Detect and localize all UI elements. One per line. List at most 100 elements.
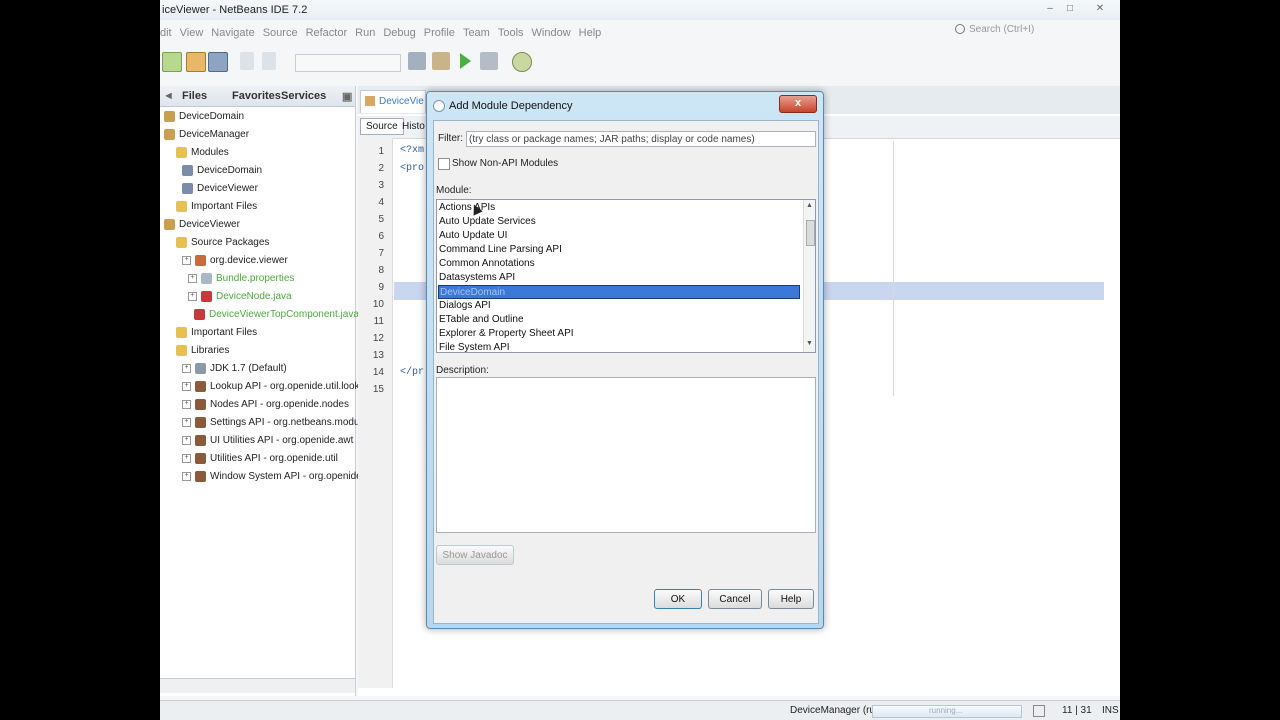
expand-icon[interactable]: + bbox=[182, 435, 191, 445]
tree-node[interactable]: Libraries bbox=[176, 342, 229, 360]
editor-tab[interactable]: DeviceVie bbox=[360, 90, 426, 113]
cancel-button[interactable]: Cancel bbox=[708, 589, 762, 609]
tab-favorites[interactable]: Favorites bbox=[232, 90, 281, 102]
module-list-item[interactable]: Explorer & Property Sheet API bbox=[438, 327, 801, 341]
tab-source[interactable]: Source bbox=[360, 118, 404, 135]
tree-node[interactable]: Important Files bbox=[176, 324, 257, 342]
menu-item[interactable]: Run bbox=[355, 27, 375, 39]
tree-node[interactable]: DeviceViewer bbox=[182, 180, 258, 198]
expand-icon[interactable]: + bbox=[182, 453, 191, 463]
close-icon[interactable]: ✕ bbox=[1092, 3, 1108, 15]
clean-build-icon[interactable] bbox=[432, 52, 450, 70]
profile-icon[interactable] bbox=[512, 52, 532, 72]
running-task[interactable]: DeviceManager (run) bbox=[790, 705, 884, 716]
project-icon bbox=[164, 128, 175, 140]
tree-node[interactable]: + org.device.viewer bbox=[182, 252, 288, 270]
expand-icon[interactable]: + bbox=[182, 417, 191, 427]
menu-item[interactable]: Debug bbox=[383, 27, 415, 39]
tree-node[interactable]: + Nodes API - org.openide.nodes bbox=[182, 396, 349, 414]
configuration-select[interactable] bbox=[295, 54, 401, 72]
code-line[interactable]: <?xm bbox=[400, 145, 424, 156]
tree-node[interactable]: DeviceDomain bbox=[182, 162, 262, 180]
scroll-down-icon[interactable]: ▼ bbox=[806, 340, 813, 347]
module-list-item[interactable]: Auto Update UI bbox=[438, 229, 801, 243]
code-line[interactable]: <pro bbox=[400, 163, 424, 174]
tree-node[interactable]: DeviceManager bbox=[164, 126, 249, 144]
tree-node[interactable]: DeviceViewer bbox=[164, 216, 240, 234]
tree-node[interactable]: + Utilities API - org.openide.util bbox=[182, 450, 338, 468]
tree-node[interactable]: + DeviceNode.java bbox=[188, 288, 292, 306]
notifications-icon[interactable] bbox=[1033, 705, 1045, 717]
module-list-item[interactable]: ETable and Outline bbox=[438, 313, 801, 327]
horizontal-scrollbar[interactable] bbox=[160, 678, 355, 693]
expand-icon[interactable]: + bbox=[182, 381, 191, 391]
debug-icon[interactable] bbox=[480, 52, 498, 70]
module-list-item[interactable]: Auto Update Services bbox=[438, 215, 801, 229]
menu-item[interactable]: View bbox=[180, 27, 204, 39]
menu-item[interactable]: Profile bbox=[424, 27, 455, 39]
tab-services[interactable]: Services bbox=[281, 90, 326, 102]
module-list-scrollbar[interactable]: ▲ ▼ bbox=[803, 200, 815, 352]
tree-node[interactable]: + UI Utilities API - org.openide.awt bbox=[182, 432, 353, 450]
module-list-item[interactable]: Command Line Parsing API bbox=[438, 243, 801, 257]
xml-file-icon bbox=[365, 96, 375, 106]
module-list-item[interactable]: DeviceDomain bbox=[438, 285, 800, 299]
expand-icon[interactable]: + bbox=[182, 255, 191, 265]
run-icon[interactable] bbox=[460, 53, 471, 69]
show-non-api-checkbox[interactable] bbox=[438, 158, 450, 170]
module-list-item[interactable]: File System API bbox=[438, 341, 801, 352]
scroll-up-icon[interactable]: ▲ bbox=[806, 202, 813, 209]
tree-node-label: Important Files bbox=[191, 201, 258, 212]
tree-node[interactable]: + Lookup API - org.openide.util.lookup bbox=[182, 378, 371, 396]
menu-item[interactable]: Window bbox=[532, 27, 571, 39]
scrollbar-thumb[interactable] bbox=[806, 220, 815, 246]
maximize-icon[interactable]: □ bbox=[1062, 3, 1078, 15]
tab-history[interactable]: Histo bbox=[402, 121, 425, 132]
tree-node[interactable]: Modules bbox=[176, 144, 229, 162]
ok-button[interactable]: OK bbox=[654, 589, 702, 609]
menu-item[interactable]: Team bbox=[463, 27, 490, 39]
expand-icon[interactable]: + bbox=[182, 471, 191, 481]
show-javadoc-button[interactable]: Show Javadoc bbox=[436, 545, 514, 565]
expand-icon[interactable]: + bbox=[188, 291, 197, 301]
scroll-left-icon[interactable]: ◄ bbox=[163, 90, 174, 102]
module-list-item[interactable]: Datasystems API bbox=[438, 271, 801, 285]
module-list-item[interactable]: Actions APIs bbox=[438, 201, 801, 215]
tree-node[interactable]: Important Files bbox=[176, 198, 257, 216]
menu-item[interactable]: Navigate bbox=[211, 27, 254, 39]
tree-node[interactable]: Source Packages bbox=[176, 234, 269, 252]
show-non-api-label[interactable]: Show Non-API Modules bbox=[452, 158, 558, 169]
search-input[interactable]: Search (Ctrl+I) bbox=[969, 24, 1034, 35]
tree-node[interactable]: DeviceDomain bbox=[164, 108, 244, 126]
module-list-item[interactable]: Common Annotations bbox=[438, 257, 801, 271]
code-line[interactable]: </pr bbox=[400, 367, 424, 378]
help-button[interactable]: Help bbox=[768, 589, 814, 609]
tab-files[interactable]: Files bbox=[182, 90, 207, 102]
module-list-item[interactable]: Dialogs API bbox=[438, 299, 801, 313]
undo-icon[interactable] bbox=[240, 52, 254, 70]
file-icon bbox=[201, 272, 212, 284]
filter-input[interactable]: (try class or package names; JAR paths; … bbox=[466, 131, 816, 147]
minimize-panel-icon[interactable]: ▣ bbox=[342, 90, 352, 103]
new-file-icon[interactable] bbox=[162, 52, 182, 72]
minimize-icon[interactable]: – bbox=[1042, 3, 1058, 15]
module-list[interactable]: Actions APIs Auto Update Services Auto Upd… bbox=[436, 199, 816, 353]
project-icon bbox=[164, 218, 175, 230]
menu-item[interactable]: Source bbox=[263, 27, 298, 39]
tree-node[interactable]: + JDK 1.7 (Default) bbox=[182, 360, 287, 378]
menu-item[interactable]: dit bbox=[160, 27, 172, 39]
expand-icon[interactable]: + bbox=[182, 399, 191, 409]
expand-icon[interactable]: + bbox=[188, 273, 197, 283]
tree-node[interactable]: + Bundle.properties bbox=[188, 270, 294, 288]
build-icon[interactable] bbox=[408, 52, 426, 70]
menu-item[interactable]: Tools bbox=[498, 27, 524, 39]
menu-item[interactable]: Refactor bbox=[306, 27, 348, 39]
new-project-icon[interactable] bbox=[186, 52, 206, 72]
menu-item[interactable]: Help bbox=[579, 27, 602, 39]
redo-icon[interactable] bbox=[262, 52, 276, 70]
tree-node[interactable]: DeviceViewerTopComponent.java bbox=[194, 306, 359, 324]
open-project-icon[interactable] bbox=[208, 52, 228, 72]
quick-search[interactable]: Search (Ctrl+I) bbox=[955, 24, 1115, 40]
dialog-close-button[interactable]: x bbox=[779, 95, 817, 113]
expand-icon[interactable]: + bbox=[182, 363, 191, 373]
